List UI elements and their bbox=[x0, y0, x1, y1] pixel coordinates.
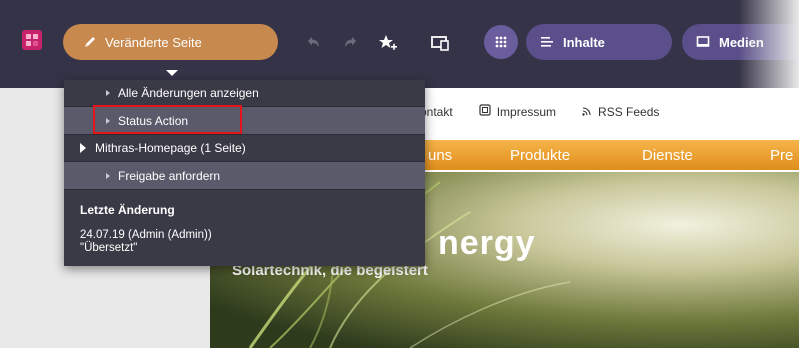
impressum-link[interactable]: Impressum bbox=[497, 105, 556, 119]
menu-item-label: Freigabe anfordern bbox=[118, 168, 221, 183]
app-logo[interactable] bbox=[22, 30, 42, 50]
nav-item-dienste[interactable]: Dienste bbox=[642, 147, 693, 164]
apps-grid-button[interactable] bbox=[484, 25, 518, 59]
apps-grid-icon bbox=[495, 36, 507, 48]
page-sublinks: ontakt Impressum RSS Feeds bbox=[420, 104, 659, 119]
menu-item-request-approval[interactable]: Freigabe anfordern bbox=[64, 162, 425, 189]
last-change-info: 24.07.19 (Admin (Admin)) bbox=[80, 229, 212, 241]
nav-item-pre[interactable]: Pre bbox=[770, 147, 793, 164]
menu-divider bbox=[64, 189, 425, 190]
rss-icon bbox=[582, 105, 592, 119]
medien-button[interactable]: Medien bbox=[682, 24, 799, 60]
undo-icon[interactable] bbox=[303, 33, 323, 53]
device-preview-icon[interactable] bbox=[430, 33, 450, 53]
menu-item-mithras-homepage[interactable]: Mithras-Homepage (1 Seite) bbox=[64, 135, 425, 161]
hero-title: nergy bbox=[438, 224, 536, 262]
top-toolbar: Veränderte Seite Inhalte Medien bbox=[0, 0, 799, 88]
inhalte-button[interactable]: Inhalte bbox=[526, 24, 672, 60]
redo-icon[interactable] bbox=[341, 33, 361, 53]
nav-item-produkte[interactable]: Produkte bbox=[510, 147, 570, 164]
dropdown-caret-icon bbox=[166, 70, 178, 76]
highlight-box bbox=[93, 105, 242, 134]
medien-label: Medien bbox=[719, 34, 764, 50]
nav-item-uns[interactable]: uns bbox=[428, 147, 452, 164]
menu-item-label: Alle Änderungen anzeigen bbox=[118, 85, 259, 100]
rss-feeds-link[interactable]: RSS Feeds bbox=[598, 105, 659, 119]
last-change-heading: Letzte Änderung bbox=[80, 203, 175, 217]
changed-page-button[interactable]: Veränderte Seite bbox=[63, 24, 278, 60]
inhalte-label: Inhalte bbox=[563, 34, 605, 50]
submenu-arrow-icon bbox=[106, 172, 110, 179]
media-icon bbox=[696, 35, 710, 49]
last-change-details: 24.07.19 (Admin (Admin)) "Übersetzt" bbox=[80, 229, 212, 255]
text-lines-icon bbox=[540, 35, 554, 49]
menu-item-show-all-changes[interactable]: Alle Änderungen anzeigen bbox=[64, 80, 425, 105]
impressum-icon bbox=[479, 104, 491, 119]
changed-page-label: Veränderte Seite bbox=[105, 34, 202, 50]
favorite-add-icon[interactable] bbox=[378, 33, 398, 53]
menu-item-label: Mithras-Homepage (1 Seite) bbox=[95, 141, 246, 155]
submenu-arrow-icon bbox=[106, 89, 110, 96]
expand-arrow-icon bbox=[80, 143, 86, 153]
pencil-icon bbox=[83, 35, 97, 49]
last-change-note: "Übersetzt" bbox=[80, 242, 138, 254]
